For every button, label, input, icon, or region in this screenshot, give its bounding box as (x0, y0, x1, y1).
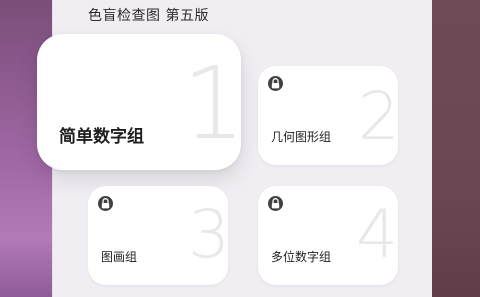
card-number: 1 (182, 45, 241, 162)
card-label: 几何图形组 (271, 130, 332, 144)
card-number: 4 (356, 196, 398, 273)
card-label: 简单数字组 (59, 127, 144, 147)
lock-icon (98, 196, 113, 211)
card-label: 多位数字组 (271, 250, 332, 264)
card-multi-digits[interactable]: 4 多位数字组 (258, 186, 398, 285)
card-pictures[interactable]: 3 图画组 (88, 186, 228, 285)
page-title: 色盲检查图 第五版 (88, 8, 209, 24)
wallpaper-right (430, 0, 480, 297)
card-simple-digits[interactable]: 1 简单数字组 (37, 34, 241, 170)
lock-icon (268, 196, 283, 211)
card-number: 3 (188, 196, 228, 273)
lock-icon (268, 76, 283, 91)
card-number: 2 (358, 78, 398, 155)
card-label: 图画组 (101, 250, 138, 264)
card-geometric-shapes[interactable]: 2 几何图形组 (258, 66, 398, 165)
